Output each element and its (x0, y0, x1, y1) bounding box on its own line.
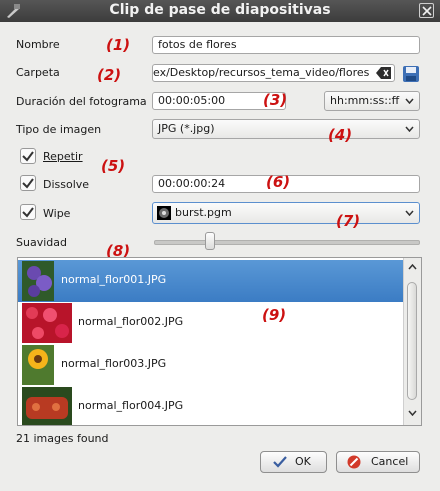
ok-button-label: OK (295, 455, 311, 468)
carpeta-label: Carpeta (16, 66, 60, 79)
image-filename: normal_flor001.JPG (61, 273, 167, 286)
nombre-input[interactable]: fotos de flores (152, 36, 420, 54)
list-item[interactable]: normal_flor001.JPG (18, 260, 404, 302)
annotation-7: (7) (336, 212, 361, 230)
cancel-button[interactable]: Cancel (336, 451, 420, 473)
image-type-value: JPG (*.jpg) (158, 122, 215, 135)
annotation-6: (6) (266, 173, 291, 191)
list-item[interactable]: normal_flor003.JPG (18, 344, 404, 386)
title-bar: Clip de pase de diapositivas (0, 0, 440, 22)
wipe-value: burst.pgm (175, 206, 232, 219)
images-found-status: 21 images found (16, 432, 109, 445)
burst-preview-icon (157, 206, 171, 227)
duracion-label: Duración del fotograma (16, 95, 147, 108)
slideshow-dialog: Clip de pase de diapositivas Nombre (1) … (0, 0, 440, 491)
checkmark-icon (273, 456, 287, 468)
cancel-icon (347, 455, 361, 469)
time-format-value: hh:mm:ss::ff (330, 94, 400, 107)
annotation-1: (1) (106, 36, 131, 54)
chevron-down-icon (405, 98, 414, 104)
chevron-down-icon (405, 210, 414, 216)
carpeta-input[interactable]: ex/Desktop/recursos_tema_video/flores (152, 64, 395, 82)
annotation-3: (3) (263, 91, 288, 109)
dissolve-checkbox[interactable] (20, 175, 36, 191)
image-filename: normal_flor004.JPG (78, 399, 184, 412)
browse-folder-button[interactable] (402, 65, 420, 83)
flower-thumbnail (22, 387, 72, 425)
image-filename: normal_flor003.JPG (61, 357, 167, 370)
suavidad-label: Suavidad (16, 236, 67, 249)
close-button[interactable] (419, 3, 434, 18)
annotation-9: (9) (262, 306, 287, 324)
annotation-2: (2) (97, 66, 122, 84)
dissolve-label[interactable]: Dissolve (43, 178, 89, 191)
flower-thumbnail (22, 261, 54, 301)
checkmark-icon (22, 207, 34, 218)
checkmark-icon (22, 178, 34, 189)
flower-thumbnail (22, 345, 54, 385)
chevron-down-icon (405, 126, 414, 132)
clear-text-icon[interactable] (376, 66, 392, 83)
image-list[interactable]: normal_flor001.JPG normal_flor002.JPG no… (17, 257, 422, 426)
annotation-4: (4) (328, 126, 353, 144)
close-icon (422, 6, 432, 16)
list-item[interactable]: normal_flor004.JPG (18, 386, 404, 425)
flower-thumbnail (22, 303, 72, 343)
scroll-down-icon[interactable] (408, 410, 417, 416)
image-filename: normal_flor002.JPG (78, 315, 184, 328)
window-title: Clip de pase de diapositivas (109, 2, 331, 18)
annotation-5: (5) (101, 157, 126, 175)
wipe-select[interactable]: burst.pgm (152, 202, 420, 224)
list-item[interactable]: normal_flor002.JPG (18, 302, 404, 344)
save-disk-icon (403, 66, 419, 82)
suavidad-slider-handle[interactable] (205, 232, 215, 250)
cancel-button-label: Cancel (371, 455, 409, 468)
wipe-label[interactable]: Wipe (43, 207, 70, 220)
repetir-label[interactable]: Repetir (43, 150, 83, 163)
tipo-label: Tipo de imagen (16, 123, 102, 136)
scrollbar-thumb[interactable] (407, 282, 417, 400)
checkmark-icon (22, 151, 34, 162)
repetir-checkbox[interactable] (20, 148, 36, 164)
suavidad-slider-track[interactable] (154, 240, 420, 245)
nombre-label: Nombre (16, 38, 60, 51)
time-format-select[interactable]: hh:mm:ss::ff (324, 91, 420, 111)
image-type-select[interactable]: JPG (*.jpg) (152, 119, 420, 139)
ok-button[interactable]: OK (260, 451, 327, 473)
scroll-up-icon[interactable] (408, 264, 417, 270)
wipe-checkbox[interactable] (20, 204, 36, 220)
list-scrollbar[interactable] (403, 258, 421, 425)
carpeta-path: ex/Desktop/recursos_tema_video/flores (153, 66, 370, 79)
